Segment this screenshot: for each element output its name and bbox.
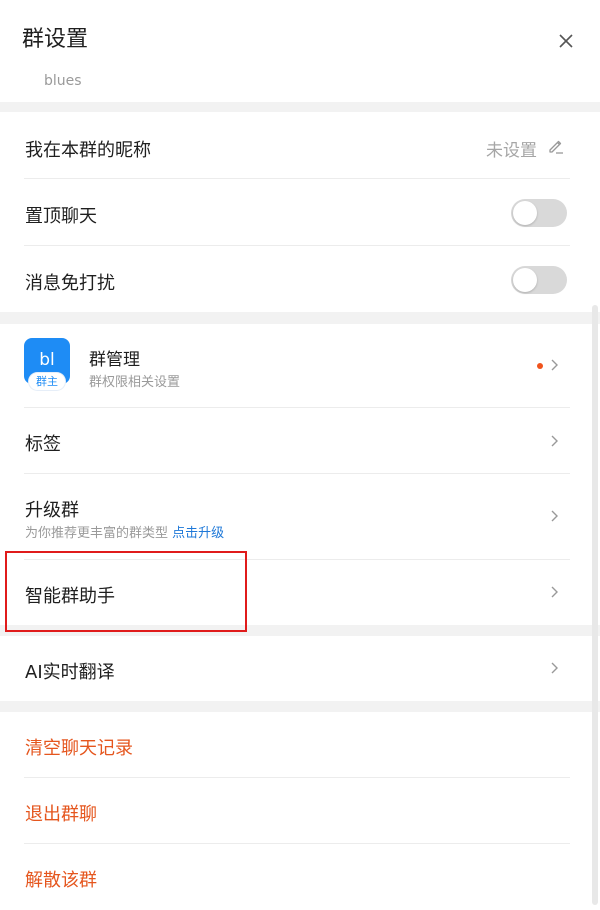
mute-row: 消息免打扰 bbox=[0, 246, 600, 312]
ai-translate-row[interactable]: AI实时翻译 bbox=[0, 636, 600, 701]
dissolve-group-button[interactable]: 解散该群 bbox=[25, 866, 97, 892]
chevron-right-icon bbox=[551, 586, 558, 598]
section-gap bbox=[0, 102, 600, 112]
header: 群设置 blues bbox=[0, 0, 600, 89]
smart-assistant-row[interactable]: 智能群助手 bbox=[0, 560, 600, 625]
upgrade-label: 升级群 bbox=[25, 500, 79, 521]
pin-chat-row: 置顶聊天 bbox=[0, 179, 600, 245]
toggle-knob bbox=[513, 201, 537, 225]
mute-label: 消息免打扰 bbox=[25, 273, 115, 294]
close-icon[interactable] bbox=[553, 28, 579, 54]
dissolve-group-row[interactable]: 解散该群 bbox=[0, 844, 600, 910]
ai-translate-label: AI实时翻译 bbox=[25, 662, 115, 683]
tags-label: 标签 bbox=[25, 434, 61, 455]
section-gap bbox=[0, 312, 600, 324]
nickname-value[interactable]: 未设置 bbox=[486, 136, 537, 161]
section-gap bbox=[0, 701, 600, 712]
group-settings-panel: 群设置 blues 我在本群的昵称 未设置 置顶聊天 消息免打扰 bl 群主 群… bbox=[0, 0, 600, 910]
section-gap bbox=[0, 625, 600, 636]
edit-pencil-icon[interactable] bbox=[547, 137, 565, 155]
upgrade-subtitle: 为你推荐更丰富的群类型 点击升级 bbox=[25, 522, 224, 541]
mute-toggle[interactable] bbox=[511, 266, 567, 294]
owner-badge: 群主 bbox=[29, 373, 65, 390]
upgrade-link[interactable]: 点击升级 bbox=[172, 526, 224, 541]
toggle-knob bbox=[513, 268, 537, 292]
group-management-title: 群管理 bbox=[89, 350, 140, 370]
chevron-right-icon bbox=[551, 359, 558, 371]
scrollbar[interactable] bbox=[592, 305, 598, 905]
smart-assistant-label: 智能群助手 bbox=[25, 586, 115, 607]
group-name-partial: blues bbox=[44, 73, 82, 89]
nickname-label: 我在本群的昵称 bbox=[25, 140, 151, 161]
page-title: 群设置 bbox=[22, 27, 89, 52]
group-management-subtitle: 群权限相关设置 bbox=[89, 375, 181, 390]
upgrade-group-row[interactable]: 升级群 bbox=[0, 474, 600, 559]
leave-group-row[interactable]: 退出群聊 bbox=[0, 778, 600, 843]
clear-history-row[interactable]: 清空聊天记录 bbox=[0, 712, 600, 777]
clear-history-button[interactable]: 清空聊天记录 bbox=[25, 734, 133, 760]
pin-chat-label: 置顶聊天 bbox=[25, 206, 97, 227]
chevron-right-icon bbox=[551, 662, 558, 674]
chevron-right-icon bbox=[551, 510, 558, 522]
chevron-right-icon bbox=[551, 435, 558, 447]
leave-group-button[interactable]: 退出群聊 bbox=[25, 800, 97, 826]
upgrade-subtitle-text: 为你推荐更丰富的群类型 bbox=[25, 526, 169, 541]
pin-chat-toggle[interactable] bbox=[511, 199, 567, 227]
notification-dot bbox=[537, 363, 543, 369]
tags-row[interactable]: 标签 bbox=[0, 408, 600, 473]
